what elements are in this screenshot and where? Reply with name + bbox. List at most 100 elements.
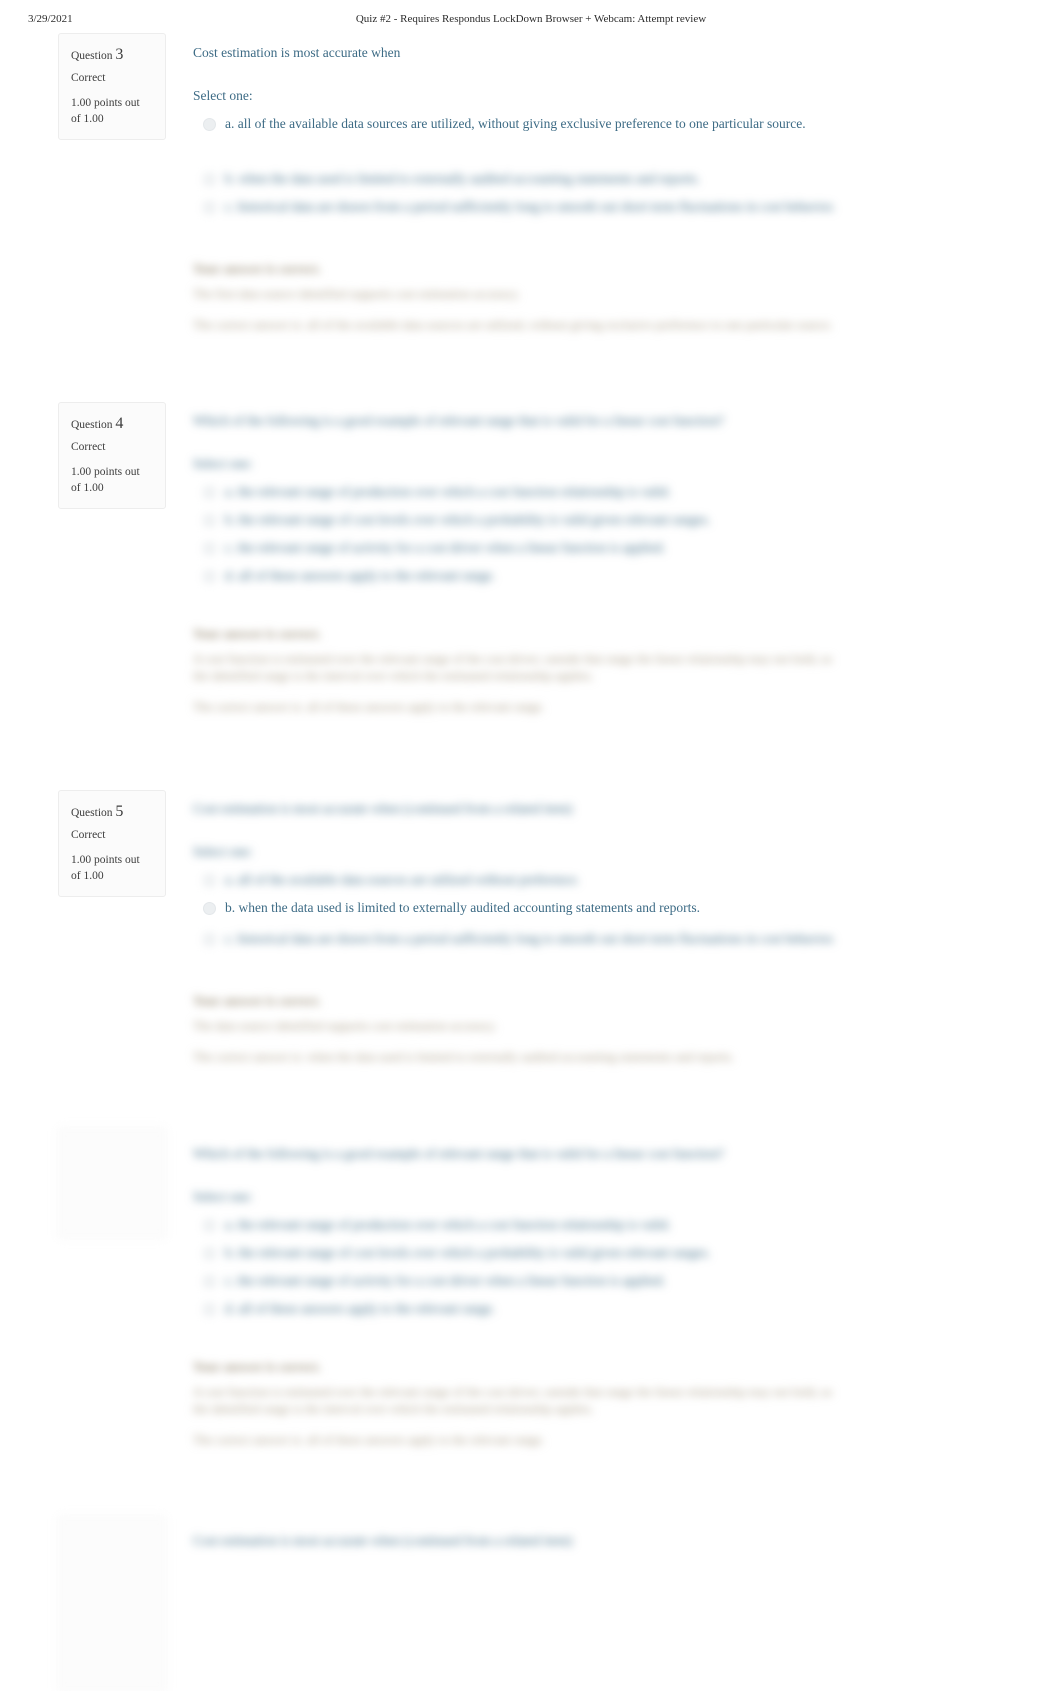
question-state-3: Correct — [71, 72, 106, 84]
select-one-label-6: Select one: — [193, 1189, 253, 1204]
radio-icon[interactable] — [203, 933, 216, 946]
correct-answer-6: The correct answer is: all of these answ… — [193, 1433, 545, 1447]
feedback-heading-4: Your answer is correct. — [193, 626, 321, 641]
option-letter: c. — [225, 931, 235, 946]
question-points-4: 1.00 points out of 1.00 — [71, 466, 140, 494]
question-info-box-4: Question 4 Correct 1.00 points out of 1.… — [58, 402, 166, 509]
radio-icon[interactable] — [203, 1219, 216, 1232]
option-row[interactable]: b. when the data used is limited to exte… — [193, 169, 841, 188]
option-letter: b. — [225, 171, 236, 186]
radio-icon[interactable] — [203, 173, 216, 186]
question-number-label-3: Question 3 — [71, 46, 124, 63]
option-text: the relevant range of cost levels over w… — [238, 512, 711, 527]
correct-answer-3: The correct answer is: all of the availa… — [193, 318, 833, 332]
document-title: Quiz #2 - Requires Respondus LockDown Br… — [355, 13, 707, 25]
question-state-4: Correct — [71, 441, 106, 453]
question-number-5: 5 — [115, 803, 124, 820]
page-header: 3/29/2021 Quiz #2 - Requires Respondus L… — [0, 13, 1062, 31]
option-text: the relevant range of cost levels over w… — [238, 1245, 711, 1260]
feedback-block-4: Your answer is correct. A cost function … — [193, 625, 841, 716]
option-row[interactable]: d. all of these answers apply to the rel… — [193, 1299, 841, 1318]
option-letter: b. — [225, 512, 236, 527]
radio-icon[interactable] — [203, 514, 216, 527]
radio-icon[interactable] — [203, 542, 216, 555]
question-number-4: 4 — [115, 415, 124, 432]
question-stem-4: Which of the following is a good example… — [193, 413, 724, 428]
radio-icon[interactable] — [203, 1303, 216, 1316]
radio-icon[interactable] — [203, 201, 216, 214]
option-text: the relevant range of production over wh… — [237, 484, 671, 499]
question-stem-6: Which of the following is a good example… — [193, 1146, 724, 1161]
option-row[interactable]: a. all of the available data sources are… — [193, 114, 841, 133]
correct-answer-4: The correct answer is: all of these answ… — [193, 700, 545, 714]
radio-icon[interactable] — [203, 1275, 216, 1288]
question-body-3: Cost estimation is most accurate when Se… — [193, 44, 841, 334]
option-row[interactable]: a. all of the available data sources are… — [193, 870, 841, 889]
option-letter: a. — [225, 484, 235, 499]
option-text: historical data are drawn from a period … — [237, 931, 836, 946]
option-row[interactable]: b. the relevant range of cost levels ove… — [193, 1243, 841, 1262]
question-info-box-6 — [58, 1128, 166, 1238]
option-text: when the data used is limited to externa… — [238, 900, 701, 915]
radio-icon[interactable] — [203, 118, 216, 131]
option-text: the relevant range of activity for a cos… — [237, 540, 666, 555]
feedback-heading-6: Your answer is correct. — [193, 1359, 321, 1374]
question-points-5: 1.00 points out of 1.00 — [71, 854, 140, 882]
option-row[interactable]: c. historical data are drawn from a peri… — [193, 929, 841, 948]
answer-options-4: a. the relevant range of production over… — [193, 482, 841, 585]
option-row[interactable]: b. the relevant range of cost levels ove… — [193, 510, 841, 529]
feedback-heading-5: Your answer is correct. — [193, 993, 321, 1008]
option-letter: d. — [225, 1301, 236, 1316]
question-body-6: Which of the following is a good example… — [193, 1145, 841, 1449]
option-letter: c. — [225, 540, 235, 555]
option-text: all of these answers apply to the releva… — [238, 1301, 496, 1316]
feedback-body-3: The first data source identified support… — [193, 287, 521, 301]
feedback-block-5: Your answer is correct. The data source … — [193, 992, 841, 1066]
radio-icon[interactable] — [203, 874, 216, 887]
select-one-label-4: Select one: — [193, 456, 253, 471]
option-text: historical data are drawn from a period … — [237, 199, 836, 214]
feedback-body-5: The data source identified supports cost… — [193, 1019, 497, 1033]
option-letter: b. — [225, 900, 236, 915]
option-text: all of the available data sources are ut… — [237, 116, 806, 131]
option-text: when the data used is limited to externa… — [238, 171, 701, 186]
select-one-label-5: Select one: — [193, 844, 253, 859]
question-info-box-3: Question 3 Correct 1.00 points out of 1.… — [58, 33, 166, 140]
option-row[interactable]: c. the relevant range of activity for a … — [193, 1271, 841, 1290]
answer-options-5: a. all of the available data sources are… — [193, 870, 841, 948]
option-letter: c. — [225, 1273, 235, 1288]
option-text: the relevant range of activity for a cos… — [237, 1273, 666, 1288]
question-number-label-5: Question 5 — [71, 803, 124, 820]
question-stem-7: Cost estimation is most accurate when (c… — [193, 1533, 573, 1548]
question-body-5: Cost estimation is most accurate when (c… — [193, 800, 841, 1066]
radio-icon[interactable] — [203, 486, 216, 499]
answer-options-3: a. all of the available data sources are… — [193, 114, 841, 216]
question-points-3: 1.00 points out of 1.00 — [71, 97, 140, 125]
question-stem-3: Cost estimation is most accurate when — [193, 45, 401, 60]
option-letter: a. — [225, 116, 235, 131]
radio-icon[interactable] — [203, 570, 216, 583]
feedback-body-6: A cost function is estimated over the re… — [193, 1385, 833, 1416]
question-number-3: 3 — [115, 46, 124, 63]
radio-icon[interactable] — [203, 902, 216, 915]
option-letter: a. — [225, 1217, 235, 1232]
option-letter: b. — [225, 1245, 236, 1260]
question-info-box-7 — [58, 1516, 166, 1691]
option-row[interactable]: b. when the data used is limited to exte… — [193, 898, 841, 917]
question-state-5: Correct — [71, 829, 106, 841]
question-body-4: Which of the following is a good example… — [193, 412, 841, 716]
answer-options-6: a. the relevant range of production over… — [193, 1215, 841, 1318]
option-row[interactable]: d. all of these answers apply to the rel… — [193, 566, 841, 585]
option-text: all of the available data sources are ut… — [237, 872, 580, 887]
option-row[interactable]: c. the relevant range of activity for a … — [193, 538, 841, 557]
question-number-label-4: Question 4 — [71, 415, 124, 432]
option-row[interactable]: a. the relevant range of production over… — [193, 482, 841, 501]
question-stem-5: Cost estimation is most accurate when (c… — [193, 801, 573, 816]
feedback-block-6: Your answer is correct. A cost function … — [193, 1358, 841, 1449]
option-row[interactable]: c. historical data are drawn from a peri… — [193, 197, 841, 216]
radio-icon[interactable] — [203, 1247, 216, 1260]
feedback-heading-3: Your answer is correct. — [193, 261, 321, 276]
option-text: all of these answers apply to the releva… — [238, 568, 496, 583]
select-one-label-3: Select one: — [193, 88, 253, 103]
option-row[interactable]: a. the relevant range of production over… — [193, 1215, 841, 1234]
